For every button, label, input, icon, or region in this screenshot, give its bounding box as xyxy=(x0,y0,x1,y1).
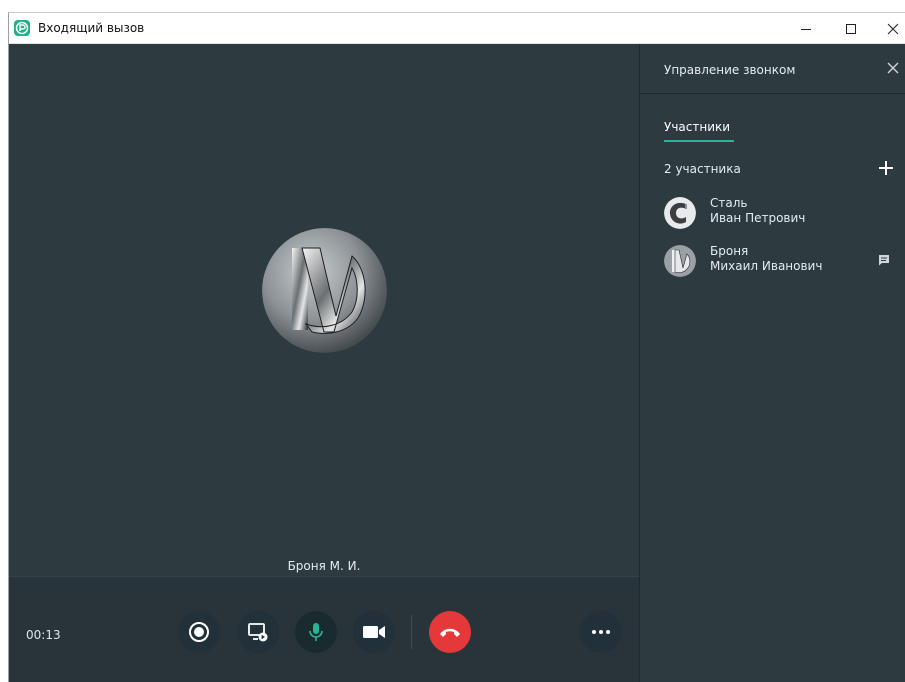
participant-given-names: Иван Петрович xyxy=(710,211,806,225)
title-bar: Входящий вызов xyxy=(9,13,905,44)
app-logo-icon xyxy=(14,20,30,36)
minimize-button[interactable] xyxy=(784,13,828,44)
call-window: Входящий вызов Броня М. И. 00:13 Управле… xyxy=(8,12,905,682)
panel-close-button[interactable] xyxy=(885,60,901,76)
participant-surname: Сталь xyxy=(710,196,748,210)
record-icon xyxy=(189,622,209,642)
plus-icon xyxy=(879,161,893,175)
microphone-icon xyxy=(309,623,323,641)
add-participant-button[interactable] xyxy=(876,158,896,178)
caller-name: Броня М. И. xyxy=(287,559,361,573)
panel-title: Управление звонком xyxy=(664,63,796,77)
participant-surname: Броня xyxy=(710,244,749,258)
phone-hangup-icon xyxy=(440,628,460,637)
tab-participants[interactable]: Участники xyxy=(664,120,730,134)
participant-item[interactable]: Сталь Иван Петрович xyxy=(664,196,904,232)
record-button[interactable] xyxy=(178,611,220,653)
screen-share-icon xyxy=(248,623,268,642)
more-dots-icon xyxy=(592,630,610,634)
call-controls-bar: 00:13 xyxy=(9,576,639,682)
minimize-icon xyxy=(801,28,811,30)
active-tab-indicator xyxy=(664,140,734,142)
video-area: Броня М. И. 00:13 xyxy=(9,44,639,682)
more-button[interactable] xyxy=(580,611,622,653)
call-timer: 00:13 xyxy=(26,628,61,642)
share-screen-button[interactable] xyxy=(237,611,279,653)
caller-avatar xyxy=(262,228,387,353)
avatar xyxy=(664,245,696,277)
avatar xyxy=(664,197,696,229)
close-icon xyxy=(887,23,899,34)
chat-bubble-icon xyxy=(879,255,889,266)
participants-count: 2 участника xyxy=(664,162,741,176)
maximize-icon xyxy=(846,23,856,34)
panel-header: Управление звонком xyxy=(640,44,905,94)
close-window-button[interactable] xyxy=(871,13,905,44)
microphone-button[interactable] xyxy=(295,611,337,653)
participant-given-names: Михаил Иванович xyxy=(710,259,823,273)
participant-chat-button[interactable] xyxy=(877,252,891,266)
participant-item[interactable]: Броня Михаил Иванович xyxy=(664,244,904,280)
video-camera-icon xyxy=(363,626,385,638)
camera-button[interactable] xyxy=(353,611,395,653)
call-management-panel: Управление звонком Участники 2 участника xyxy=(639,44,905,682)
close-icon xyxy=(887,62,899,74)
hangup-button[interactable] xyxy=(429,611,471,653)
controls-divider xyxy=(411,615,412,649)
maximize-button[interactable] xyxy=(829,13,873,44)
window-title: Входящий вызов xyxy=(38,21,145,35)
